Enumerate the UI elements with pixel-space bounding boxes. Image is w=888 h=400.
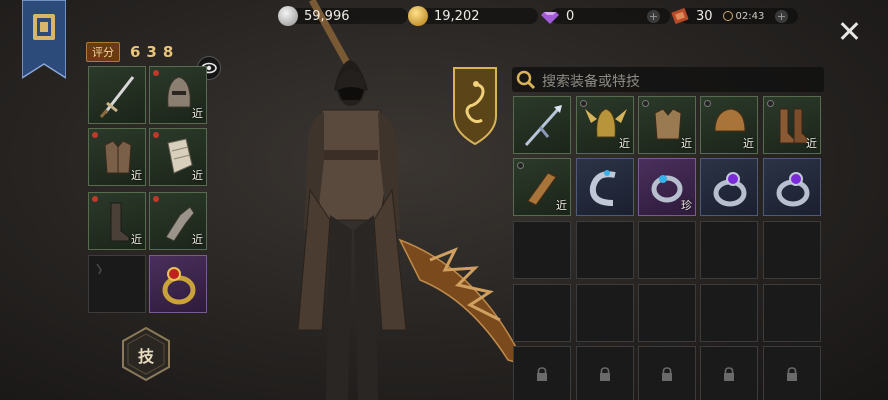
locked-inventory-slot[interactable] <box>638 346 696 400</box>
empty-accessory-slot[interactable] <box>88 255 146 313</box>
locked-inventory-slot[interactable] <box>513 346 571 400</box>
gear-score: 评分 638 <box>86 42 179 62</box>
inventory-slot[interactable] <box>576 158 634 216</box>
inventory-slot[interactable]: 近 <box>513 158 571 216</box>
melee-tag: 近 <box>192 169 203 182</box>
add-ticket-button[interactable]: + <box>775 10 788 23</box>
empty-inventory-slot[interactable] <box>700 221 758 279</box>
armor-slot[interactable]: 近 <box>88 128 146 186</box>
amethyst-ring-icon <box>776 172 810 207</box>
character-model <box>297 0 527 400</box>
diamond-currency: 0 + <box>540 6 670 26</box>
amethyst-ring-icon <box>713 172 747 207</box>
inventory-slot[interactable] <box>700 158 758 216</box>
search-input[interactable]: 搜索装备或特技 <box>512 67 824 92</box>
empty-inventory-slot[interactable] <box>700 284 758 342</box>
clock-icon <box>722 11 733 21</box>
inventory-slot[interactable] <box>513 96 571 154</box>
inventory-slot[interactable]: 近 <box>700 96 758 154</box>
melee-tag: 近 <box>806 137 817 150</box>
locked-inventory-slot[interactable] <box>763 346 821 400</box>
gloves-slot[interactable]: 近 <box>149 192 207 250</box>
search-placeholder: 搜索装备或特技 <box>542 74 640 90</box>
silver-currency: 59,996 <box>278 6 408 26</box>
lock-icon <box>787 367 797 381</box>
ticket-icon <box>671 8 689 24</box>
timer-text: 02:43 <box>735 10 765 22</box>
class-crest-icon <box>453 67 497 146</box>
melee-tag: 近 <box>131 233 142 246</box>
bracelet-icon <box>589 170 616 206</box>
empty-inventory-slot[interactable] <box>638 284 696 342</box>
empty-inventory-slot[interactable] <box>576 284 634 342</box>
score-label: 评分 <box>86 42 120 62</box>
skill-button-label: 技 <box>137 347 154 366</box>
locked-inventory-slot[interactable] <box>576 346 634 400</box>
melee-tag: 近 <box>131 169 142 182</box>
skill-button[interactable]: 技 <box>120 326 172 382</box>
gold-currency: 19,202 <box>408 6 538 26</box>
ruby-ring-icon <box>162 267 196 305</box>
empty-inventory-slot[interactable] <box>576 221 634 279</box>
weapon-slot[interactable] <box>88 66 146 124</box>
empty-inventory-slot[interactable] <box>513 284 571 342</box>
empty-inventory-slot[interactable] <box>763 221 821 279</box>
helmet-slot[interactable]: 近 <box>149 66 207 124</box>
close-button[interactable] <box>838 20 860 42</box>
shoulder-slot[interactable]: 近 <box>149 128 207 186</box>
gold-coin-icon <box>408 6 428 26</box>
lock-icon <box>537 367 547 381</box>
diamond-value: 0 <box>566 8 575 24</box>
search-icon <box>516 70 536 90</box>
locked-inventory-slot[interactable] <box>700 346 758 400</box>
rare-tag: 珍 <box>681 199 692 212</box>
inventory-slot[interactable]: 近 <box>576 96 634 154</box>
melee-tag: 近 <box>743 137 754 150</box>
silver-coin-icon <box>278 6 298 26</box>
melee-tag: 近 <box>619 137 630 150</box>
ring-slot[interactable] <box>149 255 207 313</box>
inventory-slot[interactable]: 珍 <box>638 158 696 216</box>
ticket-currency: 30 02:43 + <box>670 6 798 26</box>
empty-inventory-slot[interactable] <box>638 221 696 279</box>
silver-value: 59,996 <box>304 8 350 24</box>
melee-tag: 近 <box>192 107 203 120</box>
spear-icon <box>524 105 562 147</box>
inventory-slot[interactable]: 近 <box>763 96 821 154</box>
lock-icon <box>662 367 672 381</box>
lock-icon <box>600 367 610 381</box>
sword-icon <box>99 76 135 118</box>
melee-tag: 近 <box>556 199 567 212</box>
ticket-value: 30 <box>696 8 713 24</box>
melee-tag: 近 <box>681 137 692 150</box>
inventory-slot[interactable] <box>763 158 821 216</box>
lock-icon <box>724 367 734 381</box>
score-value: 638 <box>130 43 180 61</box>
add-diamond-button[interactable]: + <box>647 10 660 23</box>
empty-inventory-slot[interactable] <box>513 221 571 279</box>
gold-value: 19,202 <box>434 8 480 24</box>
boots-slot[interactable]: 近 <box>88 192 146 250</box>
empty-slot-icon <box>96 263 102 275</box>
inventory-slot[interactable]: 近 <box>638 96 696 154</box>
diamond-icon <box>541 12 559 24</box>
empty-inventory-slot[interactable] <box>763 284 821 342</box>
melee-tag: 近 <box>192 233 203 246</box>
guild-banner-icon[interactable] <box>22 0 66 80</box>
